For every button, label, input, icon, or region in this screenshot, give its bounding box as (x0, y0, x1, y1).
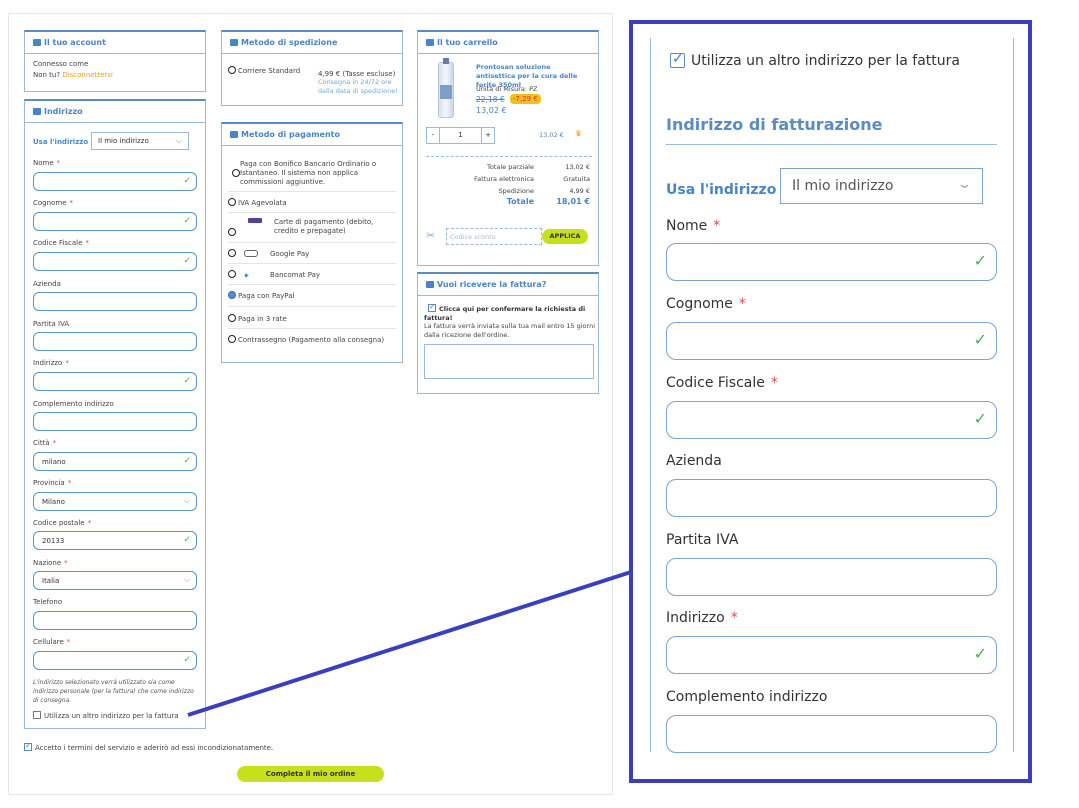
zoom-codice-fiscale-input[interactable]: ✓ (666, 401, 997, 439)
valid-check-icon: ✓ (973, 409, 987, 428)
zoom-complemento-label: Complemento indirizzo (666, 689, 828, 705)
required-mark: * (770, 375, 778, 391)
zoom-indirizzo-label: Indirizzo (666, 610, 725, 626)
billing-section-title: Indirizzo di fatturazione (666, 115, 883, 134)
zoom-cognome-input[interactable]: ✓ (666, 322, 997, 360)
zoom-cognome-label: Cognome (666, 296, 733, 312)
valid-check-icon: ✓ (973, 251, 987, 270)
required-mark: * (713, 218, 721, 234)
required-mark: * (738, 296, 746, 312)
zoom-codice-fiscale-label: Codice Fiscale (666, 375, 765, 391)
zoom-complemento-input[interactable] (666, 715, 997, 753)
required-mark: * (730, 610, 738, 626)
zoom-use-address-value: Il mio indirizzo (792, 178, 894, 194)
zoom-callout: Utilizza un altro indirizzo per la fattu… (629, 20, 1032, 783)
zoom-azienda-input[interactable] (666, 479, 997, 517)
zoom-checkbox-label: Utilizza un altro indirizzo per la fattu… (691, 53, 960, 69)
zoom-other-address-checkbox[interactable] (670, 51, 685, 68)
zoom-use-address-label: Usa l'indirizzo (666, 182, 777, 198)
valid-check-icon: ✓ (973, 644, 987, 663)
zoom-panel: Utilizza un altro indirizzo per la fattu… (650, 38, 1014, 753)
chevron-down-icon: ⌄ (956, 177, 973, 192)
zoom-nome-input[interactable]: ✓ (666, 243, 997, 281)
zoom-partita-iva-input[interactable] (666, 558, 997, 596)
zoom-indirizzo-input[interactable]: ✓ (666, 636, 997, 674)
zoom-azienda-label: Azienda (666, 453, 722, 469)
zoom-partita-iva-label: Partita IVA (666, 532, 739, 548)
section-divider (666, 144, 997, 145)
zoom-nome-label: Nome (666, 218, 708, 234)
valid-check-icon: ✓ (973, 330, 987, 349)
zoom-use-address-select[interactable]: Il mio indirizzo ⌄ (780, 168, 983, 204)
